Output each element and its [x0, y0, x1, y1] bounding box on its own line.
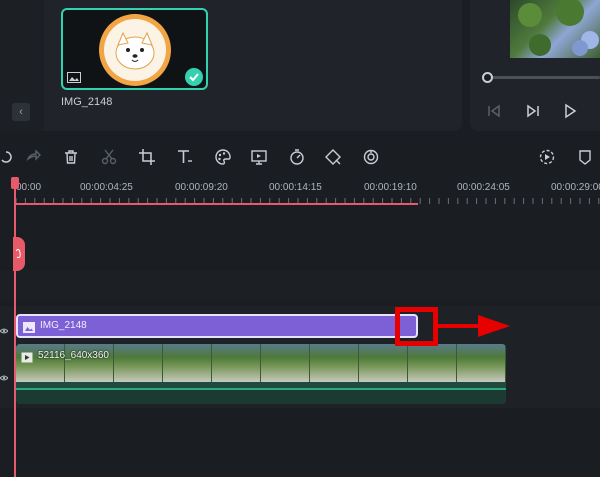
keyframe-icon[interactable] — [324, 148, 342, 166]
delete-icon[interactable] — [62, 148, 80, 166]
image-type-icon — [67, 70, 81, 83]
redo-icon[interactable] — [24, 148, 42, 166]
cut-icon[interactable] — [100, 148, 118, 166]
media-clip-name: IMG_2148 — [61, 96, 113, 108]
ruler-tick-label: 00:00 — [16, 182, 42, 193]
text-icon[interactable] — [176, 148, 194, 166]
thumbnail-image — [99, 14, 171, 86]
added-check-icon — [185, 68, 203, 86]
image-clip[interactable]: IMG_2148 — [16, 314, 418, 338]
color-icon[interactable] — [214, 148, 232, 166]
video-frame — [457, 344, 506, 382]
empty-track-row — [0, 270, 600, 300]
track-visibility-icon[interactable] — [0, 322, 9, 334]
image-clip-icon — [23, 320, 35, 333]
video-clip[interactable]: 52116_640x360 — [16, 344, 506, 404]
highlight-box — [395, 307, 438, 346]
editor-window: ‹ IMG_2148 00:00 00:00:04:25 00:00:09:20… — [0, 0, 600, 477]
render-progress-line — [14, 203, 418, 205]
preview-scrubber-handle[interactable] — [482, 72, 493, 83]
play-icon[interactable] — [562, 103, 578, 119]
display-icon[interactable] — [250, 148, 268, 166]
preview-panel — [470, 0, 600, 131]
video-clip-icon — [21, 350, 33, 363]
ruler-tick-label: 00:00:14:15 — [269, 182, 322, 193]
media-library-panel: ‹ IMG_2148 — [0, 0, 462, 131]
timeline-toolbar — [0, 140, 600, 174]
video-frame — [212, 344, 261, 382]
video-frame — [261, 344, 310, 382]
arrow-right-icon — [438, 315, 510, 337]
preview-scrubber-track[interactable] — [486, 76, 600, 79]
stabilize-icon[interactable] — [362, 148, 380, 166]
marker-icon[interactable] — [576, 148, 594, 166]
playhead-line[interactable] — [14, 178, 16, 477]
video-frame — [163, 344, 212, 382]
media-thumbnail[interactable] — [61, 8, 208, 90]
puppy-image — [104, 19, 166, 81]
render-icon[interactable] — [538, 148, 556, 166]
speed-icon[interactable] — [288, 148, 306, 166]
preview-video-frame — [510, 0, 600, 58]
ruler-tick-label: 00:00:09:20 — [175, 182, 228, 193]
ruler-tick-label: 00:00:19:10 — [364, 182, 417, 193]
collapse-sidebar-button[interactable]: ‹ — [12, 103, 30, 121]
audio-waveform — [16, 388, 506, 404]
next-frame-icon[interactable] — [525, 103, 541, 119]
video-frame — [359, 344, 408, 382]
previous-frame-icon[interactable] — [486, 103, 502, 119]
ruler-tick-label: 00:00:04:25 — [80, 182, 133, 193]
undo-icon[interactable] — [0, 148, 12, 166]
video-frame — [408, 344, 457, 382]
track-visibility-icon[interactable] — [0, 369, 9, 381]
video-clip-label: 52116_640x360 — [38, 350, 109, 361]
image-clip-label: IMG_2148 — [40, 320, 87, 331]
crop-icon[interactable] — [138, 148, 156, 166]
ruler-tick-label: 00:00:24:05 — [457, 182, 510, 193]
ruler-tick-label: 00:00:29:00 — [551, 182, 600, 193]
video-frame — [310, 344, 359, 382]
video-frame — [114, 344, 163, 382]
media-sidebar: ‹ — [0, 0, 44, 131]
